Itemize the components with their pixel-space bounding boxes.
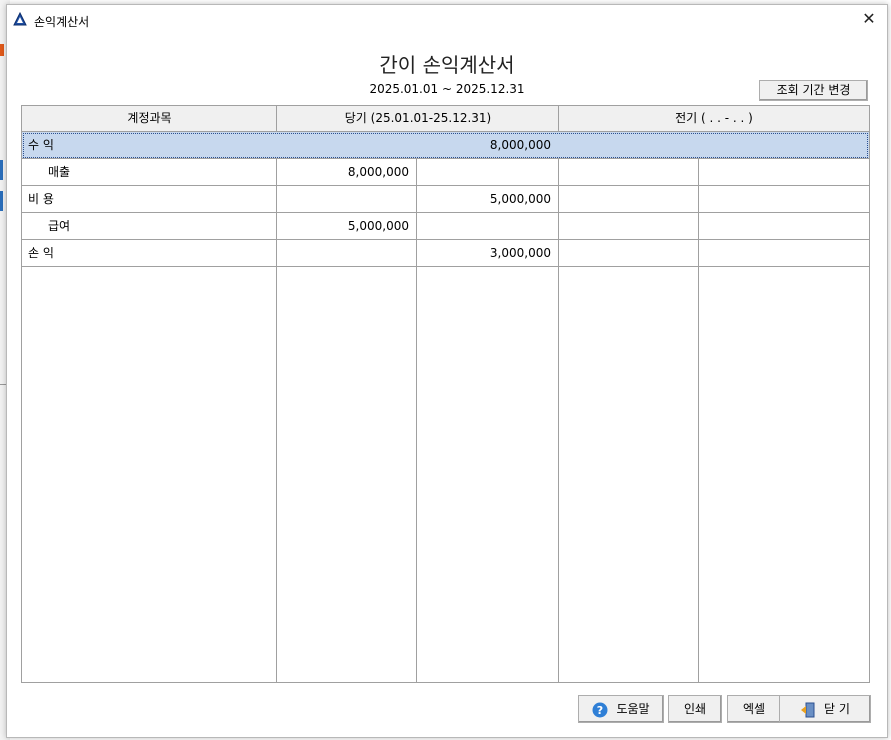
background-accent [0,191,3,211]
help-button[interactable]: ? 도움말 [578,695,664,723]
excel-button[interactable]: 엑셀 [727,695,781,723]
exit-door-icon [801,702,815,717]
change-period-button[interactable]: 조회 기간 변경 [759,80,868,101]
account-cell: 비 용 [28,192,54,206]
triangle-logo-icon [13,12,27,26]
current-total-cell [417,159,559,185]
close-label: 닫 기 [824,702,850,716]
svg-text:?: ? [597,704,603,717]
table-row[interactable]: 급여 5,000,000 [22,213,869,240]
previous-total-cell [699,132,869,158]
income-table: 계정과목 당기 (25.01.01-25.12.31) 전기 ( . . - .… [21,105,870,683]
print-button[interactable]: 인쇄 [668,695,722,723]
previous-total-cell [699,213,869,239]
table-row[interactable]: 손 익 3,000,000 [22,240,869,267]
account-cell: 매출 [48,165,71,179]
current-detail-cell: 8,000,000 [347,165,409,179]
close-icon[interactable]: ✕ [851,5,887,33]
title-bar: 손익계산서 ✕ [7,5,887,35]
income-statement-dialog: 손익계산서 ✕ 간이 손익계산서 2025.01.01 ~ 2025.12.31… [6,4,888,738]
column-header-current[interactable]: 당기 (25.01.01-25.12.31) [277,106,559,132]
table-row[interactable]: 수 익 8,000,000 [22,132,869,159]
background-accent [0,160,3,180]
current-detail-cell [277,240,417,266]
previous-detail-cell [559,159,699,185]
table-row[interactable]: 매출 8,000,000 [22,159,869,186]
report-title: 간이 손익계산서 [379,53,515,77]
account-cell: 급여 [48,219,71,233]
previous-detail-cell [559,240,699,266]
current-detail-cell [277,186,417,212]
background-accent [0,44,4,56]
previous-detail-cell [559,213,699,239]
current-total-cell [417,213,559,239]
account-cell: 손 익 [28,246,54,260]
previous-total-cell [699,186,869,212]
close-button[interactable]: 닫 기 [779,695,871,723]
previous-total-cell [699,240,869,266]
column-header-account[interactable]: 계정과목 [22,106,277,132]
current-total-cell: 8,000,000 [489,138,551,152]
account-cell: 수 익 [28,138,54,152]
current-total-cell: 3,000,000 [489,246,551,260]
table-row[interactable]: 비 용 5,000,000 [22,186,869,213]
column-header-previous[interactable]: 전기 ( . . - . . ) [559,106,869,132]
previous-detail-cell [559,186,699,212]
current-detail-cell: 5,000,000 [347,219,409,233]
previous-total-cell [699,159,869,185]
question-icon: ? [592,702,608,717]
previous-detail-cell [559,132,699,158]
window-title: 손익계산서 [34,15,90,29]
help-label: 도움말 [616,702,650,716]
current-detail-cell [277,132,417,158]
report-period: 2025.01.01 ~ 2025.12.31 [369,82,525,96]
current-total-cell: 5,000,000 [489,192,551,206]
